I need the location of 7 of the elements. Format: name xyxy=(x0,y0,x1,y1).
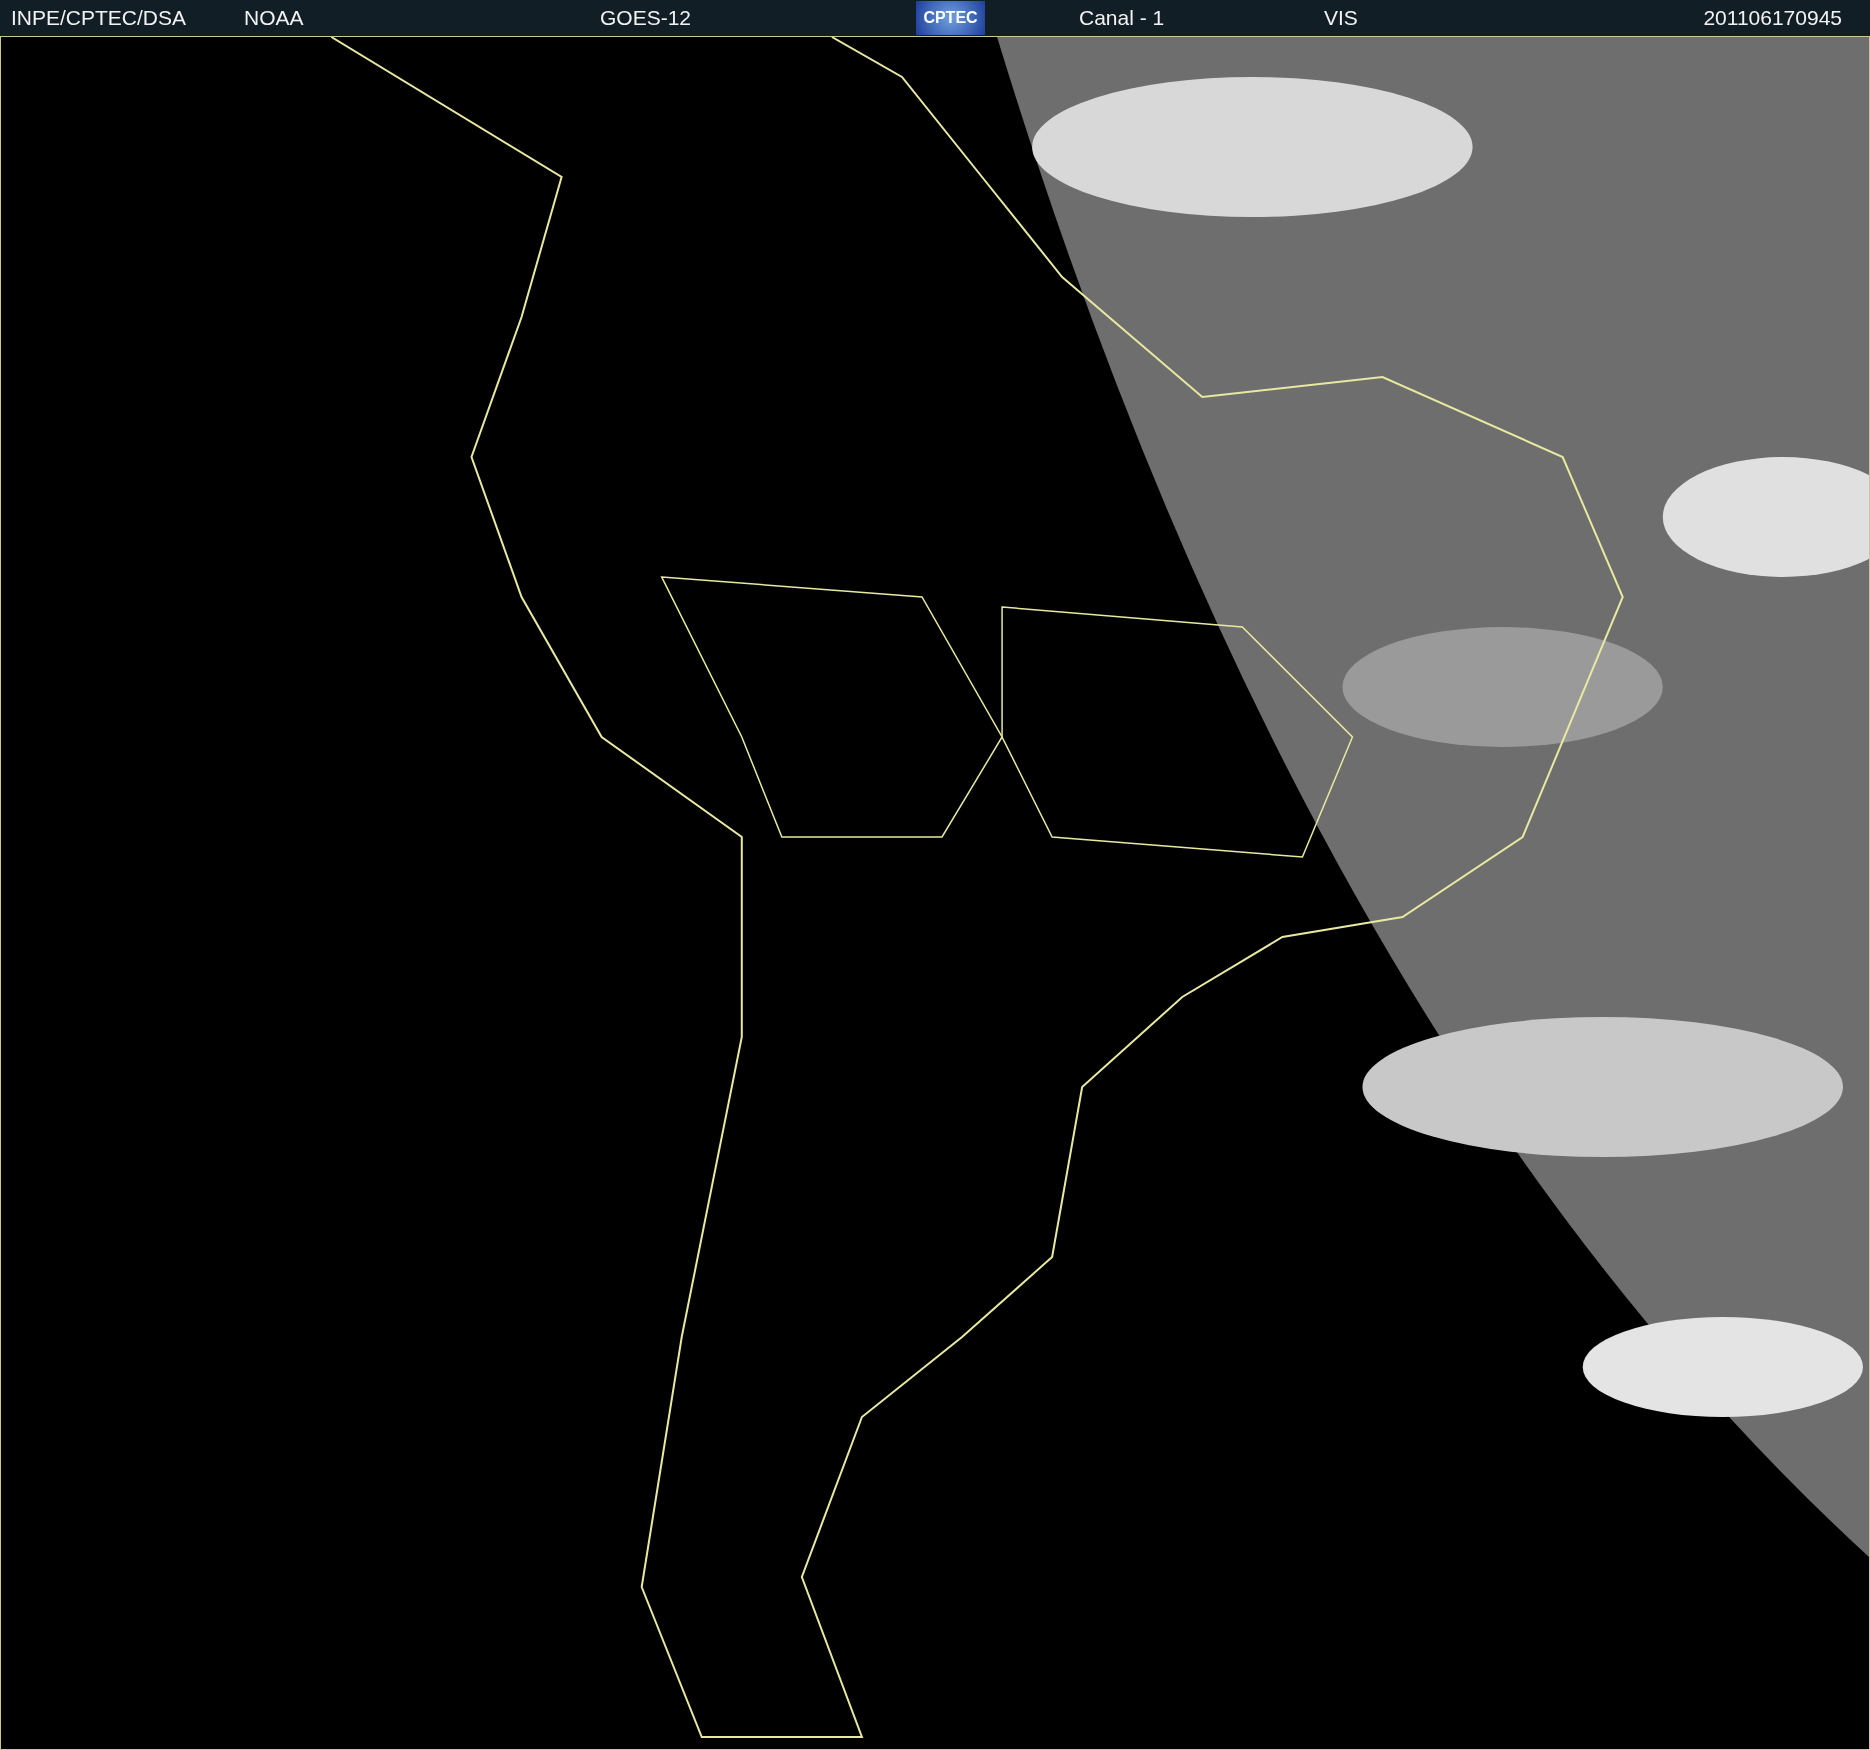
agency-label: NOAA xyxy=(244,6,305,30)
channel-label: Canal - 1 xyxy=(1079,6,1166,30)
logo: CPTEC xyxy=(916,1,985,35)
source-label: INPE/CPTEC/DSA xyxy=(11,6,188,30)
timestamp-label: 201106170945 xyxy=(1703,6,1842,30)
band-label: VIS xyxy=(1324,6,1359,30)
satellite-label: GOES-12 xyxy=(600,6,693,30)
